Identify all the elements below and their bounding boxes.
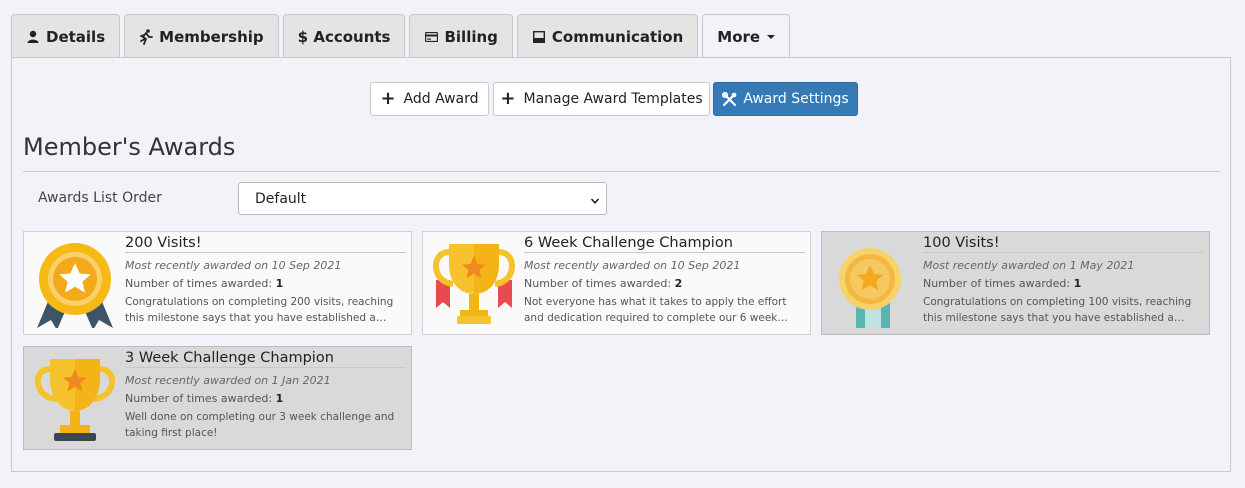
gold-medal-icon [830,240,916,332]
award-card[interactable]: 200 Visits! Most recently awarded on 10 … [23,231,412,335]
award-count: Number of times awarded: 2 [524,277,683,290]
inbox-icon [532,30,546,44]
awards-list-order-label: Awards List Order [38,190,162,206]
award-title: 200 Visits! [125,235,406,253]
tab-details[interactable]: Details [11,14,121,58]
plus-icon: + [380,88,396,109]
award-card[interactable]: 100 Visits! Most recently awarded on 1 M… [821,231,1210,335]
award-description: Congratulations on completing 200 visits… [125,296,394,324]
plus-icon: + [500,88,516,109]
page-title: Member's Awards [23,133,236,161]
award-count: Number of times awarded: 1 [923,277,1082,290]
award-title: 6 Week Challenge Champion [524,235,805,253]
tab-accounts[interactable]: $ Accounts [282,14,406,58]
manage-award-templates-button[interactable]: + Manage Award Templates [493,82,710,116]
award-settings-button[interactable]: Award Settings [713,82,858,116]
divider [23,171,1220,172]
award-date: Most recently awarded on 10 Sep 2021 [125,259,342,272]
tab-label: Billing [444,27,498,46]
credit-card-icon [424,30,438,44]
award-title: 3 Week Challenge Champion [125,350,406,368]
award-date: Most recently awarded on 10 Sep 2021 [524,259,741,272]
tab-label: $ Accounts [297,27,391,46]
manage-templates-label: Manage Award Templates [523,91,703,107]
tab-communication[interactable]: Communication [516,14,699,58]
tab-bar: Details Membership $ Accounts Billing Co… [11,14,794,59]
add-award-label: Add Award [403,91,479,107]
award-description: Congratulations on completing 100 visits… [923,296,1192,324]
award-description: Well done on completing our 3 week chall… [125,411,395,439]
tab-membership[interactable]: Membership [124,14,279,58]
award-description: Not everyone has what it takes to apply … [524,296,787,324]
tab-label: Details [46,27,106,46]
tab-label: More [717,28,761,46]
add-award-button[interactable]: + Add Award [370,82,489,116]
award-date: Most recently awarded on 1 Jan 2021 [125,374,331,387]
tab-billing[interactable]: Billing [409,14,513,58]
tab-label: Communication [551,27,684,46]
tools-icon [722,91,743,107]
award-settings-label: Award Settings [743,91,849,107]
chevron-down-icon [590,194,600,210]
caret-down-icon [767,35,776,39]
award-card[interactable]: 6 Week Challenge Champion Most recently … [422,231,811,335]
award-date: Most recently awarded on 1 May 2021 [923,259,1135,272]
award-count: Number of times awarded: 1 [125,392,284,405]
trophy-ribbon-icon [431,240,517,328]
tab-label: Membership [159,27,264,46]
running-icon [139,28,154,45]
award-card[interactable]: 3 Week Challenge Champion Most recently … [23,346,412,450]
select-value: Default [255,190,307,207]
tab-more[interactable]: More [702,14,791,59]
medal-ribbon-icon [32,240,118,330]
award-count: Number of times awarded: 1 [125,277,284,290]
awards-list-order-select[interactable]: Default [238,182,607,215]
user-icon [26,30,40,44]
trophy-icon [32,355,118,443]
award-title: 100 Visits! [923,235,1204,253]
